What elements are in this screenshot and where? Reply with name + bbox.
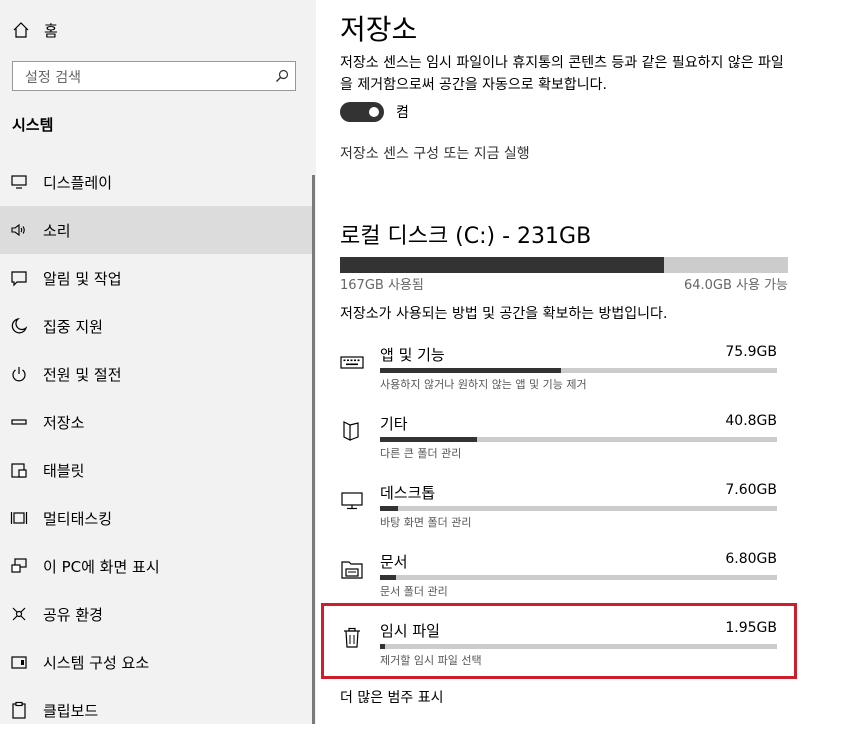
message-icon (10, 269, 28, 287)
drive-title: 로컬 디스크 (C:) - 231GB (340, 224, 592, 249)
drive-usage-bar (340, 257, 788, 273)
sidebar-item-tablet[interactable]: 태블릿 (0, 446, 312, 494)
category-size: 75.9GB (725, 344, 777, 360)
sidebar-item-label: 집중 지원 (43, 317, 103, 336)
project-icon (10, 557, 28, 575)
sidebar-item-power[interactable]: 전원 및 절전 (0, 350, 312, 398)
sidebar-item-system-components[interactable]: 시스템 구성 요소 (0, 638, 312, 686)
sidebar: 홈 설정 검색 시스템 디스플레이 소리 알림 및 작업 집중 지원 전원 및 … (0, 0, 316, 724)
category-usage-fill (380, 575, 397, 580)
sidebar-item-label: 소리 (43, 221, 71, 240)
speaker-icon (10, 221, 28, 239)
category-description: 사용하지 않거나 원하지 않는 앱 및 기능 제거 (380, 378, 587, 391)
sidebar-item-project[interactable]: 이 PC에 화면 표시 (0, 542, 312, 590)
page-title: 저장소 (340, 13, 418, 46)
multitask-icon (10, 509, 28, 527)
sidebar-item-label: 전원 및 절전 (43, 365, 122, 384)
moon-icon (10, 317, 28, 335)
sidebar-item-label: 저장소 (43, 413, 85, 432)
section-title: 시스템 (12, 116, 54, 134)
sidebar-item-clipboard[interactable]: 클립보드 (0, 686, 312, 734)
category-usage-bar (380, 575, 777, 580)
category-name: 기타 (380, 415, 408, 433)
drive-icon (10, 413, 28, 431)
storage-sense-description: 저장소 센스는 임시 파일이나 휴지통의 콘텐츠 등과 같은 필요하지 않은 파… (340, 55, 784, 93)
drive-used-label: 167GB 사용됨 (340, 278, 424, 293)
category-name: 앱 및 기능 (380, 346, 445, 364)
category-documents[interactable]: 문서 6.80GB 문서 폴더 관리 (340, 551, 780, 603)
sidebar-item-label: 알림 및 작업 (43, 269, 122, 288)
sidebar-item-label: 태블릿 (43, 461, 85, 480)
category-usage-fill (380, 368, 561, 373)
components-icon (10, 653, 28, 671)
sidebar-item-label: 디스플레이 (43, 173, 113, 192)
other-files-icon (340, 419, 364, 443)
category-usage-bar (380, 506, 777, 511)
toggle-knob (369, 107, 379, 117)
category-description: 문서 폴더 관리 (380, 585, 448, 598)
category-usage-fill (380, 437, 478, 442)
category-name: 문서 (380, 553, 408, 571)
settings-search-input[interactable]: 설정 검색 (12, 61, 296, 91)
power-icon (10, 365, 28, 383)
clipboard-icon (10, 701, 28, 719)
category-desktop[interactable]: 데스크톱 7.60GB 바탕 화면 폴더 관리 (340, 482, 780, 534)
sidebar-item-sound[interactable]: 소리 (0, 206, 312, 254)
documents-folder-icon (340, 557, 364, 581)
sidebar-item-display[interactable]: 디스플레이 (0, 158, 312, 206)
category-description: 바탕 화면 폴더 관리 (380, 516, 472, 529)
category-usage-bar (380, 437, 777, 442)
category-usage-bar (380, 368, 777, 373)
share-icon (10, 605, 28, 623)
sidebar-item-label: 클립보드 (43, 701, 99, 720)
sidebar-item-shared-experiences[interactable]: 공유 환경 (0, 590, 312, 638)
monitor-icon (10, 173, 28, 191)
category-name: 데스크톱 (380, 484, 436, 502)
home-icon (13, 22, 29, 38)
home-label: 홈 (44, 21, 58, 40)
sidebar-item-storage[interactable]: 저장소 (0, 398, 312, 446)
show-more-categories-link[interactable]: 더 많은 범주 표시 (340, 687, 444, 707)
sidebar-item-label: 이 PC에 화면 표시 (43, 557, 160, 576)
toggle-state-label: 켬 (396, 105, 409, 121)
tablet-icon (10, 461, 28, 479)
category-description: 다른 큰 폴더 관리 (380, 447, 462, 460)
sidebar-scrollbar[interactable] (312, 175, 315, 724)
home-nav-item[interactable]: 홈 (12, 18, 58, 42)
drive-free-label: 64.0GB 사용 가능 (683, 278, 788, 293)
category-size: 7.60GB (725, 482, 777, 498)
category-size: 6.80GB (725, 551, 777, 567)
sidebar-item-label: 시스템 구성 요소 (43, 653, 150, 672)
sidebar-item-label: 멀티태스킹 (43, 509, 113, 528)
highlight-box (321, 603, 797, 679)
category-usage-fill (380, 506, 399, 511)
storage-sense-toggle[interactable] (340, 102, 384, 122)
desktop-icon (340, 488, 364, 512)
search-icon[interactable] (275, 69, 289, 83)
search-placeholder: 설정 검색 (25, 70, 81, 86)
category-apps-features[interactable]: 앱 및 기능 75.9GB 사용하지 않거나 원하지 않는 앱 및 기능 제거 (340, 344, 780, 396)
drive-usage-fill (340, 257, 664, 273)
sidebar-item-multitasking[interactable]: 멀티태스킹 (0, 494, 312, 542)
keyboard-icon (340, 350, 364, 374)
sidebar-item-label: 공유 환경 (43, 605, 103, 624)
sidebar-item-notifications[interactable]: 알림 및 작업 (0, 254, 312, 302)
category-size: 40.8GB (725, 413, 777, 429)
configure-storage-sense-link[interactable]: 저장소 센스 구성 또는 지금 실행 (340, 143, 530, 163)
category-other[interactable]: 기타 40.8GB 다른 큰 폴더 관리 (340, 413, 780, 465)
storage-intro-text: 저장소가 사용되는 방법 및 공간을 확보하는 방법입니다. (340, 306, 668, 322)
sidebar-item-focus-assist[interactable]: 집중 지원 (0, 302, 312, 350)
